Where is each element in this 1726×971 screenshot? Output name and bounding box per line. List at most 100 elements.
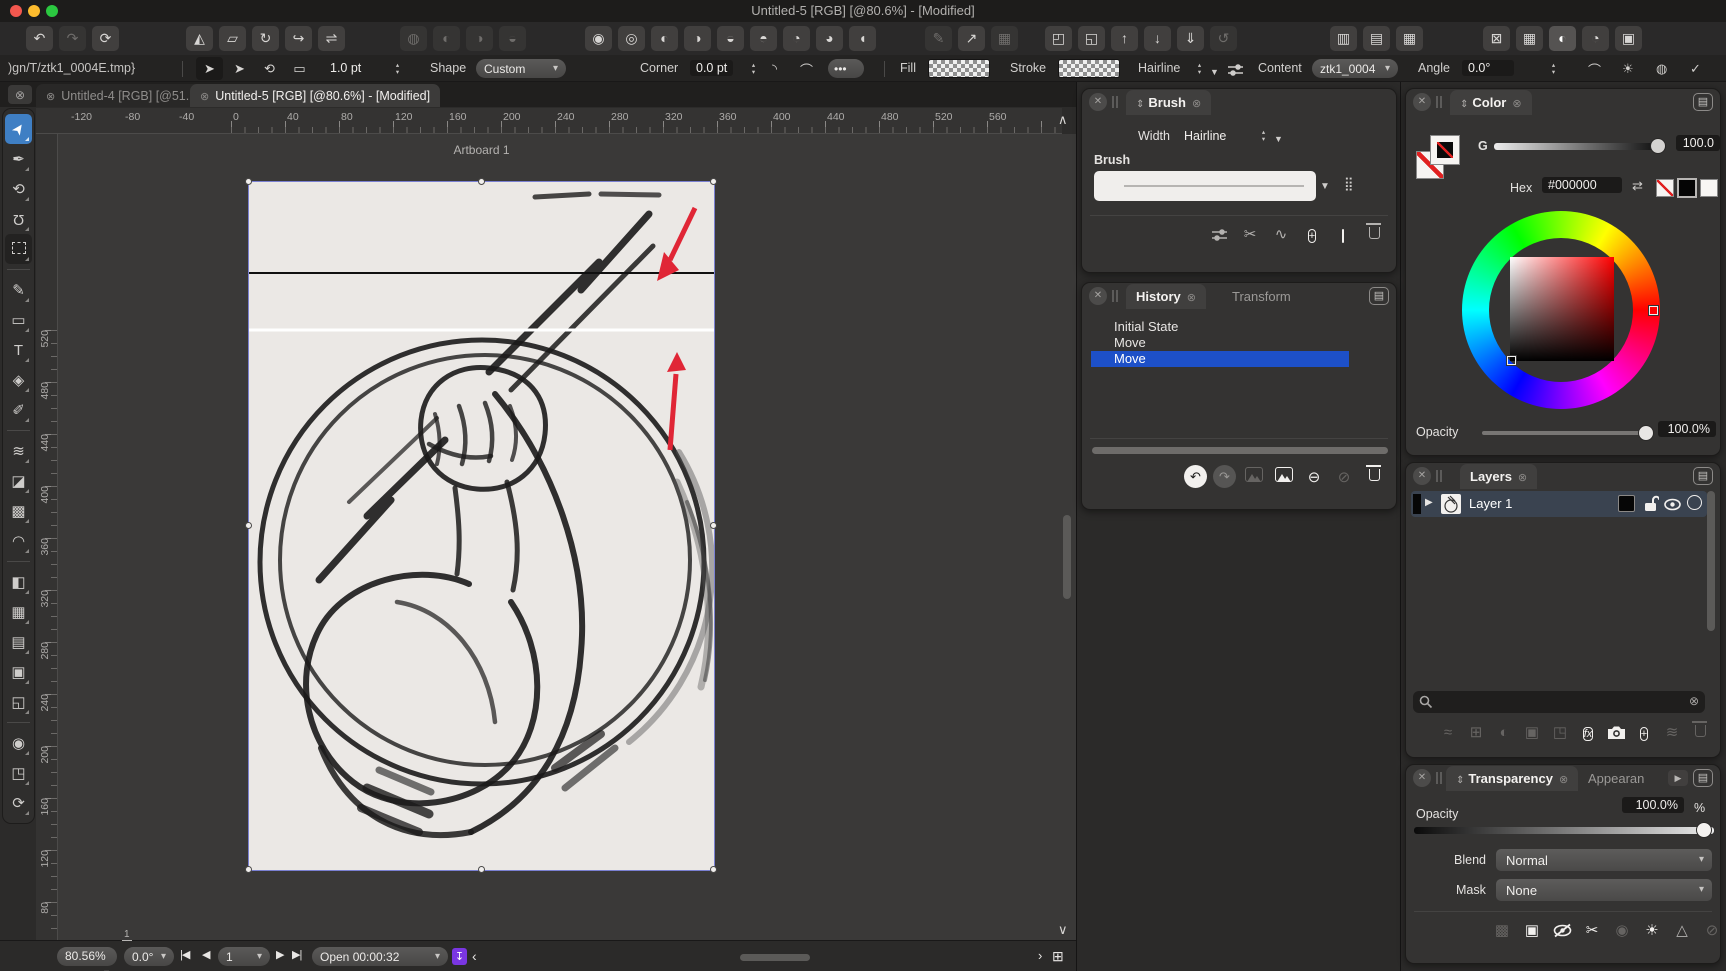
subtract-front-button[interactable]: ◎ [618,26,645,51]
layers-scrollbar[interactable] [1707,491,1715,631]
disclosure-icon[interactable]: ▶ [1425,497,1433,508]
link-grid-button[interactable]: ▦ [991,26,1018,51]
selection-handle[interactable] [245,866,252,873]
panel-overflow-button[interactable]: ▶ [1668,770,1688,786]
opacity-value[interactable]: 100.0% [1622,797,1684,813]
tab-layers[interactable]: Layers⊗ [1460,464,1537,489]
opacity-slider-knob[interactable] [1638,425,1654,441]
exclude-overlap-button[interactable]: ◑ [684,26,711,51]
close-panel-button[interactable]: ✕ [1413,467,1431,485]
isolate-blend-icon[interactable]: △ [1670,919,1694,941]
canvas-vertical-scrollbar[interactable] [1063,515,1071,599]
edit-symbol-button[interactable]: ✎ [925,26,952,51]
text-tool[interactable]: T [5,335,32,365]
layer-target-circle[interactable] [1687,495,1702,510]
gray-value[interactable]: 100.0 [1676,135,1720,151]
corner-round-icon[interactable]: ◝ [772,60,777,78]
close-panel-button[interactable]: ✕ [1413,769,1431,787]
tab-brush[interactable]: ⇕Brush⊗ [1126,90,1211,115]
panel-menu-button[interactable]: ▤ [1693,93,1713,111]
hide-mask-icon[interactable] [1550,919,1574,941]
frame-select-button[interactable]: ▭ [286,57,313,80]
close-tab-icon[interactable]: ⊗ [1512,98,1521,110]
shear-button[interactable]: ▱ [219,26,246,51]
scroll-down-chevron[interactable]: ∨ [1058,922,1068,938]
lasso-select-button[interactable]: ⟲ [256,57,283,80]
rotate-select-tool[interactable]: ⟲ [5,174,32,204]
group-layers-icon[interactable]: ◐ [1492,721,1516,743]
layer-name[interactable]: Layer 1 [1469,496,1512,511]
undo-button[interactable]: ↶ [26,26,53,51]
close-tab-icon[interactable]: ⊗ [1192,98,1201,110]
black-swatch-selected[interactable] [1677,178,1697,198]
gradient-tool[interactable]: ◧ [5,567,32,597]
more-options-button[interactable]: ••• [828,59,864,78]
envelope-distort-button[interactable]: ⊠ [1483,26,1510,51]
close-panel-button[interactable]: ✕ [1089,287,1107,305]
page-number-dropdown[interactable]: 1▾ [218,947,270,966]
tab-appearance[interactable]: Appearan [1578,766,1650,791]
select-behind-cursor-button[interactable]: ➤ [226,57,253,80]
preview-mode-button[interactable]: ◐ [1549,26,1576,51]
merge-shapes-button[interactable]: ◔ [783,26,810,51]
sync-button[interactable]: ⟳ [92,26,119,51]
corner-value[interactable]: 0.0 pt [690,60,733,76]
union-shapes-button[interactable]: ◉ [585,26,612,51]
close-tab-icon[interactable]: ⊗ [1518,472,1527,484]
outline-shapes-button[interactable]: ◖ [849,26,876,51]
stroke-width-stepper[interactable]: ▴▾ [392,60,403,77]
selection-handle[interactable] [478,866,485,873]
session-timer-dropdown[interactable]: Open 00:00:32▾ [312,947,448,966]
brush-wave-icon[interactable]: ∿ [1269,223,1293,245]
close-tab-icon[interactable]: ⊗ [46,91,55,103]
tab-history[interactable]: History⊗ [1126,284,1206,309]
pixel-grid-button[interactable]: ▦ [1516,26,1543,51]
history-item[interactable]: Initial State [1091,319,1349,335]
brush-preview[interactable] [1094,171,1316,201]
transparency-slider-knob[interactable] [1696,822,1712,838]
new-brush-shape-button[interactable] [1331,223,1355,245]
no-color-swatch[interactable] [1656,179,1674,197]
texture-icon[interactable]: ◍ [1656,60,1667,78]
new-layer-button[interactable]: + [1632,721,1656,743]
crop-layer-icon[interactable]: ◳ [1548,721,1572,743]
time-lapse-button[interactable]: ◔ [1582,26,1609,51]
panel-menu-button[interactable]: ▤ [1693,769,1713,787]
brick-pattern-tool[interactable]: ▤ [5,627,32,657]
history-item[interactable]: Move [1091,335,1349,351]
knife-tool[interactable]: ◪ [5,466,32,496]
select-cursor-button[interactable]: ➤ [196,57,223,80]
close-panel-button[interactable]: ✕ [1089,93,1107,111]
history-position-slider[interactable] [1092,447,1388,454]
panel-grip[interactable] [1112,290,1118,302]
shape-builder-tool[interactable]: ◱ [5,687,32,717]
panel-grip[interactable] [1112,96,1118,108]
hairline-dropdown-icon[interactable]: ▼ [1210,63,1219,81]
typography-panel-button[interactable]: ▥ [1330,26,1357,51]
brush-dropdown-icon[interactable]: ▼ [1320,177,1330,195]
stroke-options-icon[interactable] [1228,60,1243,78]
node-select-tool[interactable]: ✒ [5,144,32,174]
brush-trim-icon[interactable]: ✂ [1238,223,1262,245]
exclude-button[interactable]: ◒ [499,26,526,51]
unite-button[interactable]: ◍ [400,26,427,51]
intersect-shapes-button[interactable]: ◐ [651,26,678,51]
rotate-object-button[interactable]: ↻ [252,26,279,51]
history-item[interactable]: Move [1091,351,1349,367]
opacity-value[interactable]: 100.0% [1658,421,1716,437]
selection-handle[interactable] [245,178,252,185]
subtract-button[interactable]: ◐ [433,26,460,51]
clear-search-icon[interactable]: ⊗ [1689,694,1699,708]
canvas-rotate-tool[interactable]: ⟳ [5,788,32,818]
scribble-brush-tool[interactable]: ≋ [5,436,32,466]
angle-value[interactable]: 0.0° [1462,60,1514,76]
canvas[interactable]: Artboard 1 [58,134,1076,940]
white-swatch[interactable] [1700,179,1718,197]
fill-stroke-indicator[interactable] [1416,135,1462,181]
mask-alpha-icon[interactable]: ▣ [1520,919,1544,941]
close-panel-button[interactable]: ✕ [1413,93,1431,111]
panel-menu-button[interactable]: ▤ [1369,287,1389,305]
layers-search-field[interactable]: ⊗ [1413,691,1705,713]
flatten-layers-icon[interactable]: ≋ [1660,721,1684,743]
transparency-slider[interactable] [1414,827,1714,834]
